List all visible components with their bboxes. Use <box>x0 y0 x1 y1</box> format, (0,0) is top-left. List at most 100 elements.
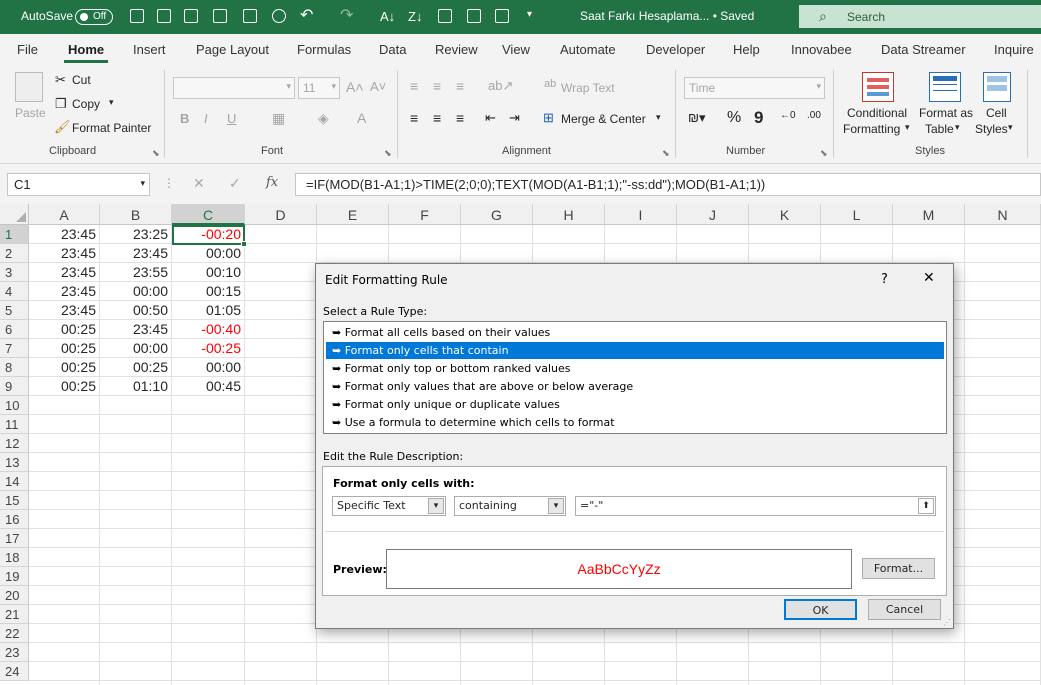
tab-help[interactable]: Help <box>733 42 760 57</box>
tab-home[interactable]: Home <box>68 42 104 57</box>
document-title[interactable]: Saat Farkı Hesaplama... • Saved <box>580 9 754 23</box>
tab-innovabee[interactable]: Innovabee <box>791 42 852 57</box>
percent-style-button[interactable]: % <box>727 109 741 127</box>
cell-styles-label-2[interactable]: Styles <box>975 122 1008 136</box>
paste-icon[interactable] <box>15 72 43 102</box>
resize-grip-icon[interactable]: ⋰ <box>943 618 951 627</box>
font-color-icon[interactable]: A <box>357 110 366 126</box>
cell-a7[interactable]: 00:25 <box>29 339 100 358</box>
italic-button[interactable]: I <box>204 111 208 126</box>
cell-c5[interactable]: 01:05 <box>172 301 245 320</box>
tab-data[interactable]: Data <box>379 42 406 57</box>
rule-type-list[interactable]: ➥ Format all cells based on their values… <box>323 321 947 434</box>
cell-a8[interactable]: 00:25 <box>29 358 100 377</box>
tab-developer[interactable]: Developer <box>646 42 705 57</box>
customize-toolbar-icon[interactable]: ▾ <box>527 9 532 20</box>
new-file-icon[interactable] <box>130 9 144 23</box>
cut-button[interactable]: Cut <box>72 73 91 87</box>
save-icon[interactable] <box>184 9 198 23</box>
cell-styles-icon[interactable] <box>983 72 1011 102</box>
help-button[interactable]: ? <box>881 272 888 287</box>
format-as-table-label-2[interactable]: Table <box>925 122 954 136</box>
underline-button[interactable]: U <box>227 111 236 126</box>
cell-c8[interactable]: 00:00 <box>172 358 245 377</box>
name-box-dropdown-icon[interactable]: ▾ <box>140 178 145 189</box>
row-header-8[interactable]: 8 <box>0 358 29 377</box>
row-header-20[interactable]: 20 <box>0 586 29 605</box>
fill-handle[interactable] <box>241 241 247 247</box>
grid-icon[interactable] <box>495 9 509 23</box>
wrap-text-button[interactable]: Wrap Text <box>561 81 615 95</box>
search-box[interactable]: ⌕ Search <box>799 5 1041 28</box>
cell-a2[interactable]: 23:45 <box>29 244 100 263</box>
column-header-c[interactable]: C <box>172 204 245 225</box>
copy-button[interactable]: Copy <box>72 97 100 111</box>
close-button[interactable]: ✕ <box>923 270 935 286</box>
row-header-16[interactable]: 16 <box>0 510 29 529</box>
row-header-18[interactable]: 18 <box>0 548 29 567</box>
copy-dropdown-icon[interactable]: ▾ <box>109 97 114 108</box>
align-bottom-icon[interactable]: ≡ <box>456 78 464 94</box>
rule-type-item[interactable]: ➥ Format all cells based on their values <box>326 324 944 341</box>
cell-c9[interactable]: 00:45 <box>172 377 245 396</box>
cell-c7[interactable]: -00:25 <box>172 339 245 358</box>
confirm-entry-icon[interactable]: ✓ <box>229 175 241 192</box>
align-center-icon[interactable]: ≡ <box>433 110 441 126</box>
merge-dropdown-icon[interactable]: ▾ <box>656 112 661 123</box>
column-header-d[interactable]: D <box>245 204 317 225</box>
cell-c3[interactable]: 00:10 <box>172 263 245 282</box>
comma-style-button[interactable]: 9 <box>754 108 763 128</box>
cell-a9[interactable]: 00:25 <box>29 377 100 396</box>
cell-b4[interactable]: 00:00 <box>100 282 172 301</box>
tab-view[interactable]: View <box>502 42 530 57</box>
align-middle-icon[interactable]: ≡ <box>433 78 441 94</box>
cell-a3[interactable]: 23:45 <box>29 263 100 282</box>
formula-input[interactable]: =IF(MOD(B1-A1;1)>TIME(2;0;0);TEXT(MOD(A1… <box>295 173 1041 196</box>
row-header-10[interactable]: 10 <box>0 396 29 415</box>
column-header-n[interactable]: N <box>965 204 1041 225</box>
spelling-icon[interactable] <box>272 9 286 23</box>
rule-type-item[interactable]: ➥ Format only values that are above or b… <box>326 378 944 395</box>
decrease-font-icon[interactable]: A˅ <box>370 79 386 94</box>
number-format-dropdown[interactable]: Time ▾ <box>684 77 825 99</box>
format-as-table-label-1[interactable]: Format as <box>919 106 973 120</box>
column-header-j[interactable]: J <box>677 204 749 225</box>
column-header-h[interactable]: H <box>533 204 605 225</box>
row-header-17[interactable]: 17 <box>0 529 29 548</box>
format-painter-button[interactable]: Format Painter <box>72 121 151 135</box>
column-header-l[interactable]: L <box>821 204 893 225</box>
cell-a6[interactable]: 00:25 <box>29 320 100 339</box>
column-header-b[interactable]: B <box>100 204 172 225</box>
orientation-icon[interactable]: ab↗ <box>488 78 513 94</box>
row-header-19[interactable]: 19 <box>0 567 29 586</box>
tab-inquire[interactable]: Inquire <box>994 42 1034 57</box>
row-header-6[interactable]: 6 <box>0 320 29 339</box>
format-as-table-icon[interactable] <box>929 72 961 102</box>
name-box[interactable]: C1 ▾ <box>7 173 150 196</box>
tab-file[interactable]: File <box>17 42 38 57</box>
cell-b6[interactable]: 23:45 <box>100 320 172 339</box>
row-header-1[interactable]: 1 <box>0 225 29 244</box>
align-left-icon[interactable]: ≡ <box>410 110 418 126</box>
font-launcher-icon[interactable]: ⬊ <box>384 148 392 159</box>
column-header-e[interactable]: E <box>317 204 389 225</box>
sort-descending-icon[interactable]: Z↓ <box>408 9 422 24</box>
tab-insert[interactable]: Insert <box>133 42 166 57</box>
conditional-formatting-label-2[interactable]: Formatting <box>843 122 900 136</box>
rule-type-item[interactable]: ➥ Format only cells that contain <box>326 342 944 359</box>
row-header-7[interactable]: 7 <box>0 339 29 358</box>
cell-a4[interactable]: 23:45 <box>29 282 100 301</box>
tab-formulas[interactable]: Formulas <box>297 42 351 57</box>
freeze-icon[interactable] <box>467 9 481 23</box>
column-header-f[interactable]: F <box>389 204 461 225</box>
cell-c6[interactable]: -00:40 <box>172 320 245 339</box>
paste-button[interactable]: Paste <box>15 106 46 120</box>
format-as-table-dropdown-icon[interactable]: ▾ <box>955 122 960 133</box>
increase-indent-icon[interactable]: ⇥ <box>509 110 520 126</box>
cell-styles-dropdown-icon[interactable]: ▾ <box>1008 122 1013 133</box>
open-file-icon[interactable] <box>157 9 171 23</box>
rule-type-item[interactable]: ➥ Format only top or bottom ranked value… <box>326 360 944 377</box>
redo-icon[interactable]: ↷ <box>340 5 353 25</box>
rule-type-item[interactable]: ➥ Use a formula to determine which cells… <box>326 414 944 431</box>
column-header-a[interactable]: A <box>29 204 100 225</box>
